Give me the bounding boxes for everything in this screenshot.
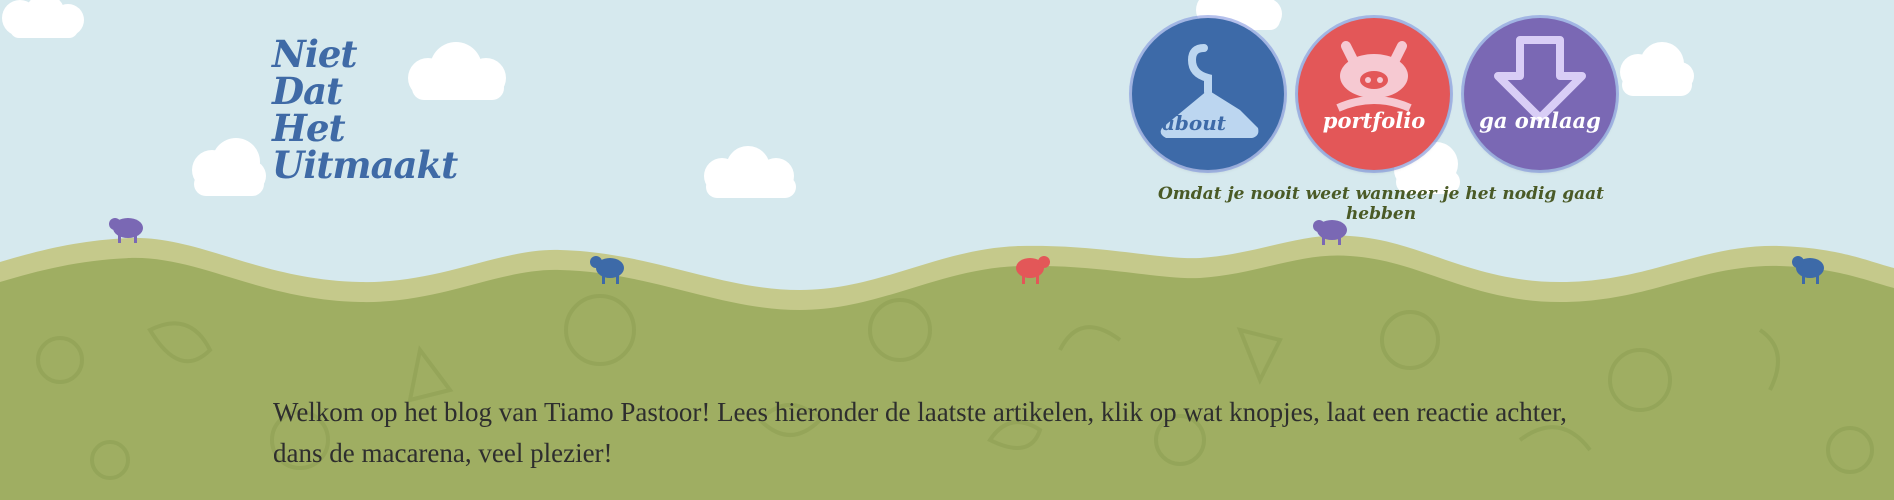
logo-line: Uitmaakt	[272, 143, 458, 187]
hanger-icon	[1160, 44, 1259, 138]
pig-icon	[1336, 41, 1412, 112]
logo-line: Het	[272, 106, 346, 150]
logo-line: Dat	[272, 69, 343, 113]
about-label: about	[1161, 111, 1227, 135]
site-logo[interactable]: Niet Dat Het Uitmaakt	[272, 36, 472, 184]
sheep-icon	[109, 218, 143, 243]
welcome-text: Welkom op het blog van Tiamo Pastoor! Le…	[273, 397, 1567, 468]
about-button[interactable]: about	[1132, 18, 1284, 170]
main-nav: about portfolio ga omlaag	[1132, 18, 1622, 174]
sheep-icon	[1792, 256, 1824, 284]
down-arrow-icon	[1494, 36, 1586, 122]
portfolio-button[interactable]: portfolio	[1298, 18, 1450, 170]
logo-line: Niet	[272, 32, 358, 76]
portfolio-label: portfolio	[1322, 108, 1426, 133]
tagline: Omdat je nooit weet wanneer je het nodig…	[1158, 184, 1604, 224]
scroll-down-label: ga omlaag	[1479, 108, 1601, 133]
sheep-icon	[1016, 256, 1050, 284]
sheep-icon	[590, 256, 624, 284]
scroll-down-button[interactable]: ga omlaag	[1464, 18, 1616, 170]
